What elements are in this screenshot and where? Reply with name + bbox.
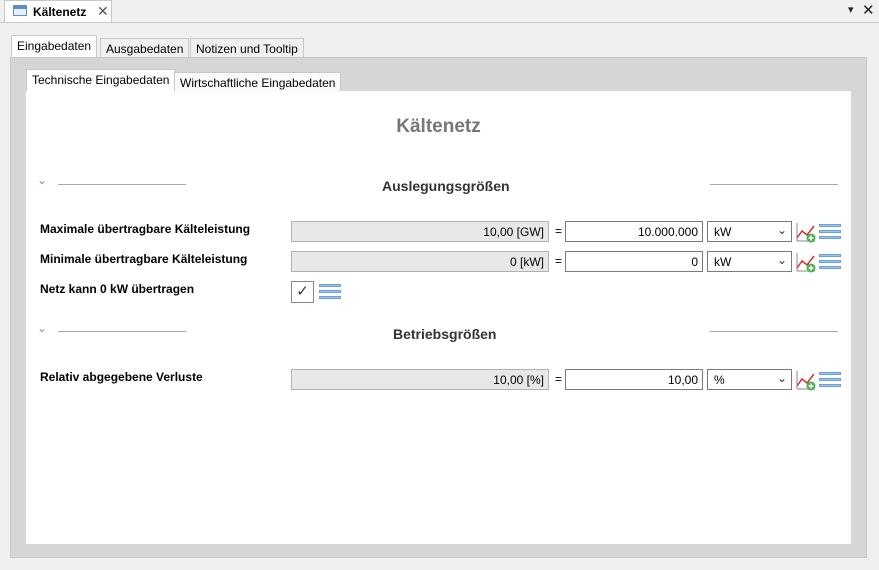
label-zero-transfer: Netz kann 0 kW übertragen	[40, 282, 195, 296]
editor-tab[interactable]: Kältenetz ✕	[4, 0, 112, 22]
chevron-down-icon: ⌄	[776, 223, 787, 237]
list-icon[interactable]	[819, 372, 841, 388]
close-icon[interactable]: ✕	[97, 3, 109, 20]
section-divider	[58, 331, 186, 332]
losses-unit-select[interactable]: % ⌄	[707, 369, 792, 390]
editor-tab-title: Kältenetz	[33, 5, 87, 19]
losses-display: 10,00 [%]	[291, 369, 549, 390]
chevron-down-icon: ⌄	[776, 253, 787, 267]
equals-sign: =	[555, 224, 563, 238]
unit-value: kW	[714, 225, 732, 239]
collapse-chevron-icon[interactable]: ⌄	[37, 173, 47, 187]
tab-wirtschaftliche-eingabedaten[interactable]: Wirtschaftliche Eingabedaten	[174, 72, 342, 91]
chevron-down-icon: ⌄	[776, 371, 787, 385]
section-divider	[58, 184, 186, 185]
label-min-cooling-power: Minimale übertragbare Kälteleistung	[40, 252, 248, 266]
view-close-icon[interactable]: ✕	[862, 1, 875, 19]
min-power-display: 0 [kW]	[291, 251, 549, 272]
equals-sign: =	[555, 254, 563, 268]
unit-value: kW	[714, 255, 732, 269]
collapse-chevron-icon[interactable]: ⌄	[37, 321, 47, 335]
label-relative-losses: Relativ abgegebene Verluste	[40, 370, 203, 384]
editor-tab-bar	[0, 0, 879, 23]
section-title-design: Auslegungsgrößen	[382, 178, 510, 194]
tab-notizen-und-tooltip[interactable]: Notizen und Tooltip	[190, 38, 304, 57]
list-icon[interactable]	[319, 284, 341, 300]
list-icon[interactable]	[819, 224, 841, 240]
chart-add-icon[interactable]	[795, 251, 817, 273]
page-title: Kältenetz	[396, 116, 481, 137]
min-power-input[interactable]: 0	[565, 251, 703, 272]
window-icon	[13, 5, 27, 16]
max-power-unit-select[interactable]: kW ⌄	[707, 221, 792, 242]
tab-technische-eingabedaten[interactable]: Technische Eingabedaten	[26, 69, 176, 91]
chart-add-icon[interactable]	[795, 369, 817, 391]
list-icon[interactable]	[819, 254, 841, 270]
section-divider	[710, 331, 838, 332]
unit-value: %	[714, 373, 725, 387]
section-title-operation: Betriebsgrößen	[393, 326, 497, 342]
max-power-display: 10,00 [GW]	[291, 221, 549, 242]
tab-eingabedaten[interactable]: Eingabedaten	[11, 35, 98, 57]
max-power-input[interactable]: 10.000.000	[565, 221, 703, 242]
losses-input[interactable]: 10,00	[565, 369, 703, 390]
inner-tab-panel	[24, 89, 853, 546]
label-max-cooling-power: Maximale übertragbare Kälteleistung	[40, 222, 251, 236]
chart-add-icon[interactable]	[795, 221, 817, 243]
min-power-unit-select[interactable]: kW ⌄	[707, 251, 792, 272]
zero-transfer-checkbox[interactable]: ✓	[291, 281, 314, 303]
equals-sign: =	[555, 372, 563, 386]
tab-ausgabedaten[interactable]: Ausgabedaten	[100, 38, 190, 57]
section-divider	[710, 184, 838, 185]
view-menu-icon[interactable]: ▾	[848, 3, 854, 16]
